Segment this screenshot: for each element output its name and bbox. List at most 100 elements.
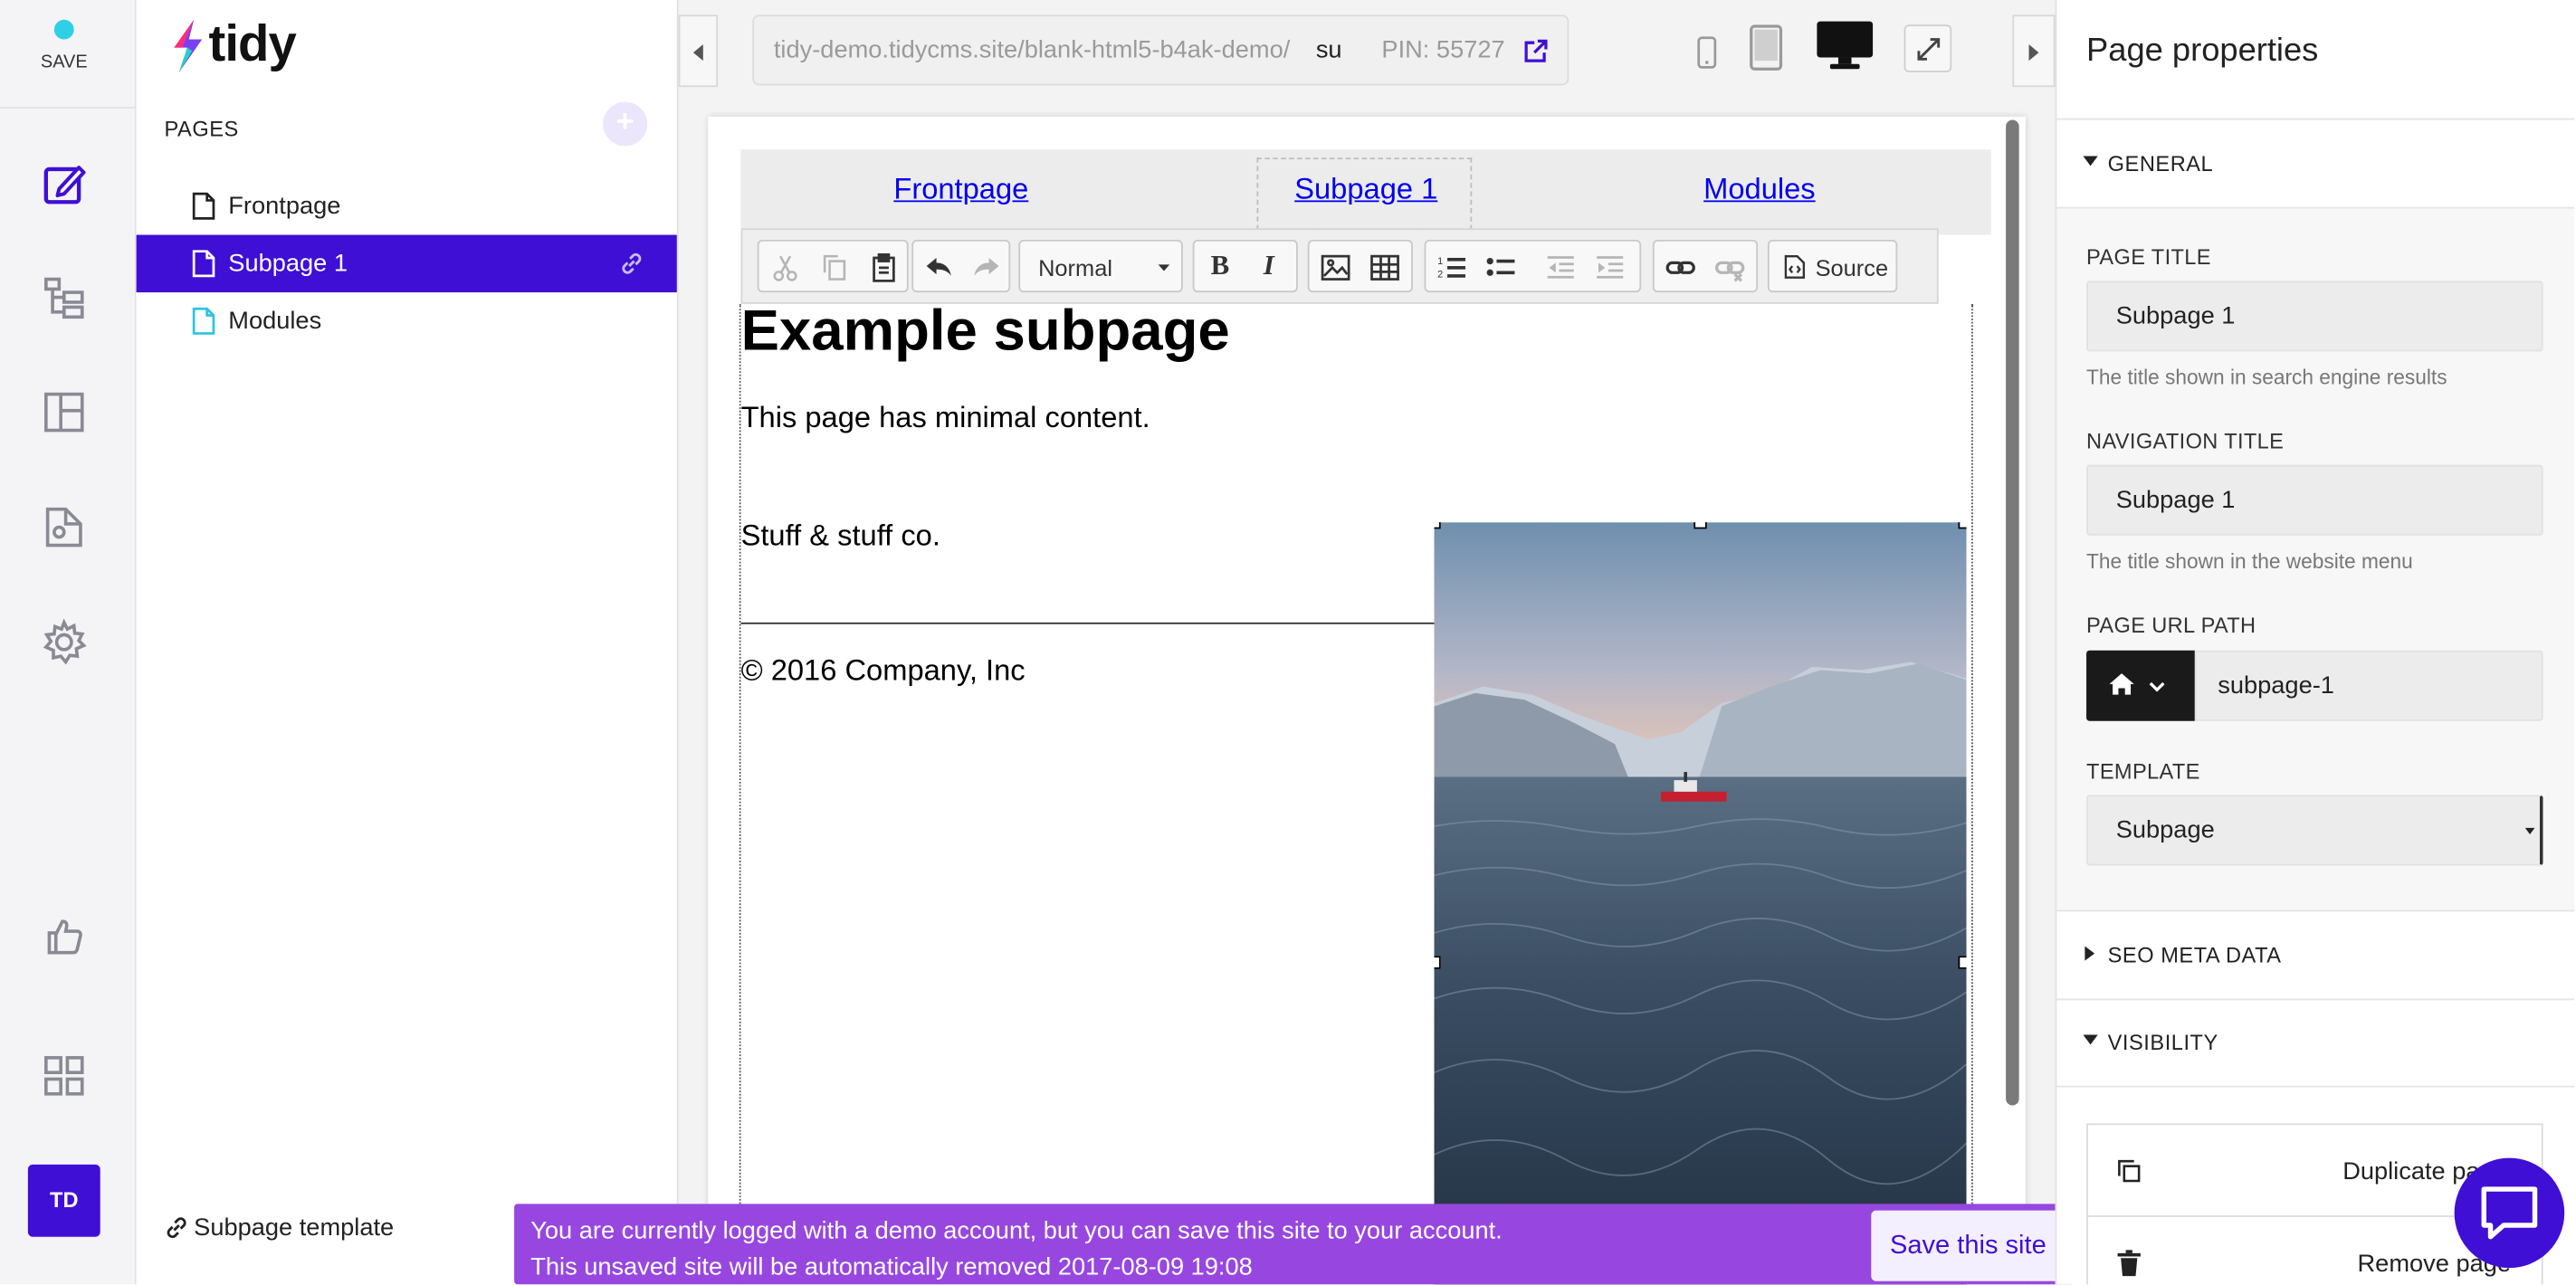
section-visibility[interactable]: VISIBILITY bbox=[2056, 999, 2575, 1088]
document-icon bbox=[192, 192, 215, 220]
cut-icon[interactable] bbox=[768, 252, 801, 284]
edit-page-icon[interactable] bbox=[40, 159, 89, 208]
nav-title-label: NAVIGATION TITLE bbox=[2086, 428, 2285, 453]
paste-icon[interactable] bbox=[867, 252, 900, 284]
settings-icon[interactable] bbox=[40, 617, 89, 666]
template-select[interactable]: Subpage bbox=[2086, 795, 2543, 866]
page-item-subpage-1[interactable]: Subpage 1 bbox=[136, 234, 677, 293]
section-seo-meta-data[interactable]: SEO META DATA bbox=[2056, 911, 2575, 1001]
trash-icon bbox=[2117, 1250, 2141, 1277]
add-page-button[interactable]: + bbox=[603, 101, 648, 147]
bulleted-list-icon[interactable] bbox=[1485, 252, 1518, 284]
brand-name: tidy bbox=[208, 14, 297, 72]
duplicate-page-label: Duplicate pa bbox=[2342, 1157, 2480, 1186]
resize-handle[interactable] bbox=[1958, 522, 1967, 529]
mobile-view-icon[interactable] bbox=[1695, 36, 1718, 69]
save-status-dot bbox=[53, 19, 74, 40]
page-item-frontpage[interactable]: Frontpage bbox=[137, 177, 677, 235]
url-path-parent-select[interactable] bbox=[2086, 650, 2195, 721]
save-button[interactable]: SAVE bbox=[0, 0, 137, 109]
copy-icon bbox=[2118, 1159, 2141, 1183]
company-text[interactable]: Stuff & stuff co. bbox=[741, 519, 940, 554]
resize-handle[interactable] bbox=[1434, 956, 1441, 969]
footer-copyright[interactable]: © 2016 Company, Inc bbox=[741, 653, 1026, 688]
nav-title-value: Subpage 1 bbox=[2115, 486, 2236, 515]
url-text: tidy-demo.tidycms.site/blank-html5-b4ak-… bbox=[773, 35, 1291, 64]
sitemap-icon[interactable] bbox=[40, 272, 89, 321]
rich-text-toolbar: Normal B I 12 Source bbox=[740, 228, 1939, 304]
section-general[interactable]: GENERAL bbox=[2056, 119, 2575, 209]
avatar-initials: TD bbox=[50, 1187, 79, 1213]
collapse-right-button[interactable] bbox=[2012, 14, 2056, 88]
chat-button[interactable] bbox=[2454, 1157, 2565, 1269]
apps-grid-icon[interactable] bbox=[40, 1052, 89, 1100]
section-general-label: GENERAL bbox=[2107, 150, 2214, 176]
collapse-left-button[interactable] bbox=[678, 14, 719, 88]
source-button[interactable]: Source bbox=[1767, 239, 1898, 293]
format-select-value: Normal bbox=[1038, 254, 1112, 281]
bold-icon[interactable]: B bbox=[1211, 250, 1230, 282]
section-visibility-label: VISIBILITY bbox=[2107, 1030, 2218, 1055]
url-path-input[interactable]: su bbox=[1316, 36, 1342, 64]
preview-scrollbar[interactable] bbox=[2006, 119, 2019, 1106]
nav-title-input[interactable]: Subpage 1 bbox=[2086, 464, 2543, 536]
footer-divider bbox=[740, 622, 1436, 624]
site-nav-subpage-1[interactable]: Subpage 1 bbox=[1294, 173, 1437, 207]
outdent-icon[interactable] bbox=[1544, 252, 1577, 284]
format-select[interactable]: Normal bbox=[1018, 239, 1183, 293]
page-title-value: Subpage 1 bbox=[2115, 301, 2236, 330]
subpage-template-link[interactable]: Subpage template bbox=[165, 1214, 394, 1242]
redo-icon[interactable] bbox=[969, 252, 1002, 284]
chevron-left-icon bbox=[692, 44, 703, 62]
document-icon bbox=[192, 307, 215, 335]
banner-line-1: You are currently logged with a demo acc… bbox=[530, 1216, 1503, 1245]
desktop-view-icon[interactable] bbox=[1816, 20, 1875, 72]
indent-icon[interactable] bbox=[1594, 252, 1627, 284]
url-path-value: subpage-1 bbox=[2218, 671, 2334, 700]
resize-handle[interactable] bbox=[1434, 522, 1441, 529]
undo-icon[interactable] bbox=[923, 252, 956, 284]
table-icon[interactable] bbox=[1369, 252, 1401, 284]
design-icon[interactable] bbox=[40, 502, 89, 551]
content-paragraph[interactable]: This page has minimal content. bbox=[741, 401, 1150, 435]
page-item-modules[interactable]: Modules bbox=[137, 292, 677, 350]
url-path-input[interactable]: subpage-1 bbox=[2194, 650, 2543, 721]
editor-area: tidy-demo.tidycms.site/blank-html5-b4ak-… bbox=[514, 0, 2075, 1285]
caret-down-icon bbox=[2083, 156, 2098, 167]
resize-handle[interactable] bbox=[1693, 522, 1707, 529]
link-icon[interactable] bbox=[1665, 252, 1697, 284]
copy-icon[interactable] bbox=[818, 252, 851, 284]
nav-title-hint: The title shown in the website menu bbox=[2086, 550, 2413, 574]
template-label: TEMPLATE bbox=[2086, 758, 2200, 784]
insert-group bbox=[1307, 239, 1413, 293]
bolt-logo-icon bbox=[174, 19, 203, 72]
chat-icon bbox=[2481, 1186, 2538, 1240]
site-nav-modules[interactable]: Modules bbox=[1703, 173, 1816, 207]
tablet-view-icon[interactable] bbox=[1748, 24, 1784, 71]
text-style-group: B I bbox=[1192, 239, 1298, 293]
panel-title: Page properties bbox=[2086, 33, 2319, 70]
link-icon[interactable] bbox=[619, 252, 644, 276]
save-this-site-button[interactable]: Save this site bbox=[1871, 1210, 2066, 1281]
page-item-label: Subpage 1 bbox=[228, 249, 348, 278]
page-preview: Frontpage Subpage 1 Modules Normal B I 1… bbox=[708, 116, 2026, 1285]
url-bar[interactable]: tidy-demo.tidycms.site/blank-html5-b4ak-… bbox=[752, 14, 1569, 86]
numbered-list-icon[interactable]: 12 bbox=[1436, 252, 1468, 284]
avatar[interactable]: TD bbox=[27, 1164, 100, 1237]
page-title-input[interactable]: Subpage 1 bbox=[2086, 281, 2543, 352]
demo-account-banner: You are currently logged with a demo acc… bbox=[514, 1204, 2075, 1285]
layout-icon[interactable] bbox=[40, 387, 89, 436]
save-this-site-label: Save this site bbox=[1890, 1232, 2046, 1261]
resize-handle[interactable] bbox=[1958, 956, 1967, 969]
site-nav-frontpage[interactable]: Frontpage bbox=[893, 173, 1028, 207]
thumbs-up-icon[interactable] bbox=[40, 911, 89, 960]
selected-image[interactable] bbox=[1434, 522, 1967, 1285]
page-properties-panel: Page properties GENERAL PAGE TITLE Subpa… bbox=[2055, 0, 2576, 1285]
fullscreen-button[interactable] bbox=[1903, 24, 1952, 72]
image-icon[interactable] bbox=[1319, 252, 1351, 284]
external-link-icon[interactable] bbox=[1523, 38, 1550, 64]
source-label: Source bbox=[1815, 254, 1889, 281]
italic-icon[interactable]: I bbox=[1264, 250, 1274, 282]
unlink-icon[interactable] bbox=[1713, 252, 1746, 284]
content-heading[interactable]: Example subpage bbox=[741, 299, 1230, 365]
